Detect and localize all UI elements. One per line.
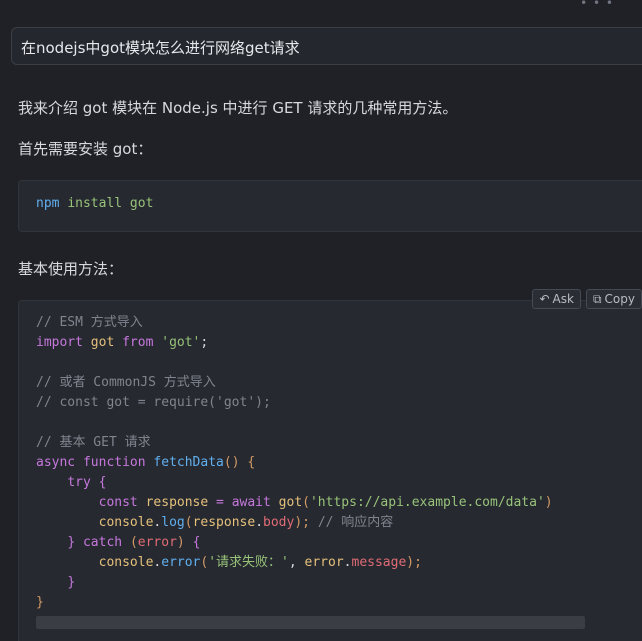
code-comment: // ESM 方式导入 bbox=[36, 315, 143, 330]
console-object: console bbox=[98, 555, 154, 570]
code-line-13: console.error('请求失败：', error.message); bbox=[36, 553, 422, 573]
code-toolbar: ↶ Ask ⧉ Copy bbox=[532, 289, 642, 309]
from-keyword: from bbox=[122, 335, 154, 350]
error-variable: error bbox=[304, 555, 344, 570]
copy-button-label: Copy bbox=[604, 292, 635, 306]
paren-pair: () bbox=[223, 455, 240, 470]
ask-button-label: Ask bbox=[552, 292, 574, 306]
code-line-8: async function fetchData() { bbox=[36, 453, 255, 473]
user-question-text: 在nodejs中got模块怎么进行网络get请求 bbox=[21, 39, 300, 57]
error-method: error bbox=[161, 555, 201, 570]
const-keyword: const bbox=[98, 495, 138, 510]
message-property: message bbox=[351, 555, 407, 570]
install-code-line: npm install got bbox=[36, 194, 153, 214]
response-variable: response bbox=[145, 495, 209, 510]
more-icon[interactable]: • • • bbox=[580, 0, 614, 10]
error-message-string: '请求失败：' bbox=[208, 555, 289, 570]
console-object: console bbox=[98, 515, 154, 530]
code-line-9: try { bbox=[36, 473, 106, 493]
close-brace: } bbox=[67, 535, 76, 550]
body-property: body bbox=[263, 515, 295, 530]
open-brace: { bbox=[98, 475, 107, 490]
answer-intro: 我来介绍 got 模块在 Node.js 中进行 GET 请求的几种常用方法。 bbox=[18, 99, 458, 117]
main-code-block: // ESM 方式导入 import got from 'got'; // 或者… bbox=[18, 300, 642, 641]
import-keyword: import bbox=[36, 335, 83, 350]
close-paren-semicolon: ); bbox=[294, 515, 310, 530]
code-line-4: // 或者 CommonJS 方式导入 bbox=[36, 373, 216, 393]
error-variable: error bbox=[137, 535, 177, 550]
async-keyword: async bbox=[36, 455, 76, 470]
code-comment: // const got = require('got'); bbox=[36, 395, 271, 410]
close-paren: ) bbox=[176, 535, 185, 550]
code-line-1: // ESM 方式导入 bbox=[36, 313, 143, 333]
function-name: fetchData bbox=[153, 455, 224, 470]
copy-button[interactable]: ⧉ Copy bbox=[585, 289, 642, 309]
dot: . bbox=[343, 555, 352, 570]
install-code-block: npm install got bbox=[18, 180, 642, 232]
open-brace: { bbox=[247, 455, 256, 470]
open-paren: ( bbox=[184, 515, 193, 530]
user-question-bubble: 在nodejs中got模块怎么进行网络get请求 bbox=[11, 27, 642, 65]
await-keyword: await bbox=[231, 495, 271, 510]
function-keyword: function bbox=[82, 455, 146, 470]
url-string: 'https://api.example.com/data' bbox=[309, 495, 545, 510]
response-variable: response bbox=[192, 515, 256, 530]
try-keyword: try bbox=[67, 475, 91, 490]
got-call: got bbox=[278, 495, 303, 510]
comma: , bbox=[288, 555, 297, 570]
horizontal-scrollbar[interactable] bbox=[36, 616, 585, 629]
ask-button[interactable]: ↶ Ask bbox=[532, 289, 581, 309]
open-paren: ( bbox=[302, 495, 310, 510]
code-line-11: console.log(response.body); // 响应内容 bbox=[36, 513, 394, 533]
open-paren: ( bbox=[129, 535, 138, 550]
code-line-14: } bbox=[36, 573, 75, 593]
code-line-15: } bbox=[36, 593, 44, 613]
code-line-7: // 基本 GET 请求 bbox=[36, 433, 151, 453]
undo-arrow-icon: ↶ bbox=[539, 292, 550, 306]
close-paren-semicolon: ); bbox=[406, 555, 422, 570]
code-line-10: const response = await got('https://api.… bbox=[36, 493, 553, 513]
copy-icon: ⧉ bbox=[592, 291, 602, 306]
chat-page: • • • 在nodejs中got模块怎么进行网络get请求 我来介绍 got … bbox=[0, 0, 642, 641]
code-comment: // 响应内容 bbox=[317, 515, 394, 530]
close-brace: } bbox=[36, 595, 44, 610]
install-note: 首先需要安装 got： bbox=[18, 140, 153, 158]
got-string: 'got' bbox=[161, 335, 201, 350]
semicolon: ; bbox=[200, 335, 209, 350]
code-line-12: } catch (error) { bbox=[36, 533, 200, 553]
basic-usage-heading: 基本使用方法： bbox=[18, 260, 124, 278]
dot: . bbox=[255, 515, 264, 530]
code-line-5: // const got = require('got'); bbox=[36, 393, 271, 413]
close-paren: ) bbox=[544, 495, 553, 510]
equals-operator: = bbox=[216, 495, 224, 510]
close-brace: } bbox=[67, 575, 76, 590]
log-method: log bbox=[161, 515, 185, 530]
catch-keyword: catch bbox=[82, 535, 123, 550]
code-line-2: import got from 'got'; bbox=[36, 333, 208, 353]
npm-args: install got bbox=[67, 196, 154, 211]
code-comment: // 基本 GET 请求 bbox=[36, 435, 151, 450]
npm-command: npm bbox=[36, 196, 60, 211]
got-identifier: got bbox=[90, 335, 115, 350]
code-comment: // 或者 CommonJS 方式导入 bbox=[36, 375, 216, 390]
open-brace: { bbox=[192, 535, 201, 550]
